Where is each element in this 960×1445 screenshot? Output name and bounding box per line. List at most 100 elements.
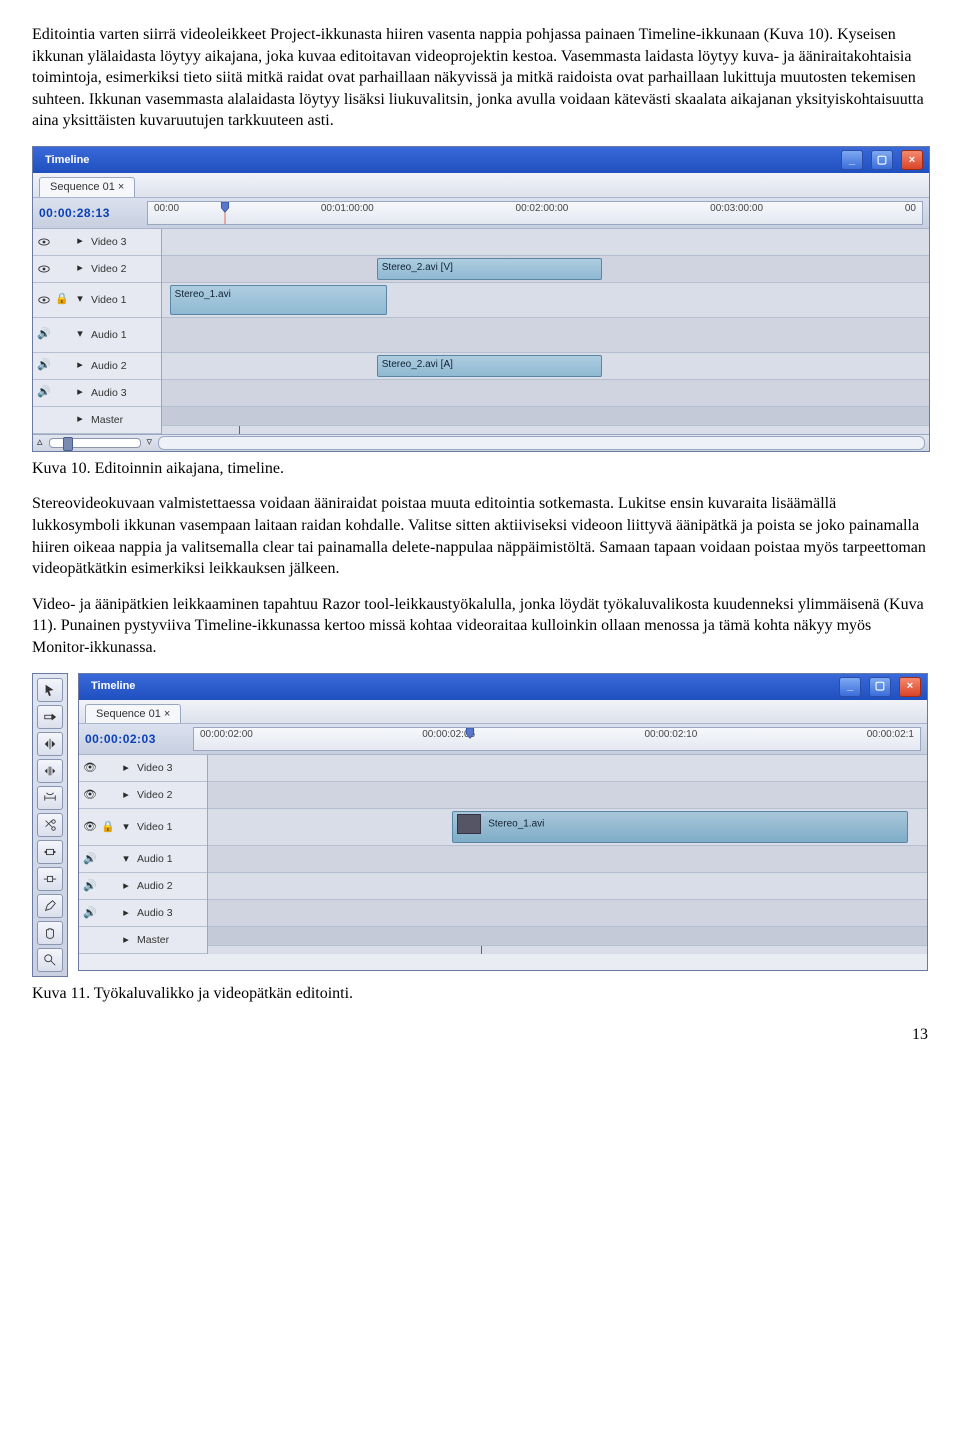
chevron-right-icon[interactable]: ▸ [73, 359, 87, 373]
lock-icon[interactable] [55, 328, 69, 342]
sequence-tab[interactable]: Sequence 01 × [39, 177, 135, 197]
maximize-button[interactable]: ▢ [871, 150, 893, 170]
tool-razor[interactable] [37, 813, 63, 837]
clip-video1[interactable]: Stereo_1.avi [170, 285, 387, 315]
figure11-wrap: Timeline _ ▢ × Sequence 01 × 00:00:02:03… [32, 673, 928, 977]
track-label: Video 1 [137, 820, 203, 834]
eye-icon[interactable] [37, 293, 51, 307]
sequence-tab-label: Sequence 01 [96, 708, 161, 720]
track-row-video3[interactable] [162, 229, 929, 256]
tool-slip[interactable] [37, 840, 63, 864]
track-body[interactable]: Stereo_2.avi [V] Stereo_1.avi Stereo_2.a… [162, 229, 929, 434]
track-head-master[interactable]: ▸ Master [33, 407, 161, 434]
chevron-down-icon[interactable]: ▾ [73, 328, 87, 342]
speaker-icon[interactable]: 🔊 [83, 906, 97, 920]
track-body[interactable]: Stereo_1.avi [208, 755, 927, 954]
track-row-video1[interactable]: Stereo_1.avi [208, 809, 927, 846]
speaker-icon[interactable]: 🔊 [37, 386, 51, 400]
track-head-audio2[interactable]: 🔊 ▸ Audio 2 [33, 353, 161, 380]
track-row-audio3[interactable] [162, 380, 929, 407]
window-titlebar[interactable]: Timeline _ ▢ × [79, 674, 927, 700]
lock-icon[interactable] [55, 262, 69, 276]
track-row-video3[interactable] [208, 755, 927, 782]
tool-rate-stretch[interactable] [37, 786, 63, 810]
chevron-right-icon[interactable]: ▸ [73, 413, 87, 427]
current-timecode[interactable]: 00:00:28:13 [39, 205, 139, 221]
tool-slide[interactable] [37, 867, 63, 891]
track-row-audio2[interactable] [208, 873, 927, 900]
sequence-tab[interactable]: Sequence 01 × [85, 704, 181, 724]
h-scrollbar[interactable] [158, 436, 925, 450]
track-head-audio3[interactable]: 🔊 ▸ Audio 3 [33, 380, 161, 407]
eye-icon[interactable]: 👁 [83, 788, 97, 802]
speaker-icon[interactable]: 🔊 [37, 328, 51, 342]
eye-icon[interactable]: 👁 [83, 820, 97, 834]
tool-zoom[interactable] [37, 948, 63, 972]
current-timecode[interactable]: 00:00:02:03 [85, 731, 185, 747]
minimize-button[interactable]: _ [839, 677, 861, 697]
track-head-master[interactable]: ▸Master [79, 927, 207, 954]
ruler-tick: 00:00 [154, 202, 179, 216]
chevron-right-icon[interactable]: ▸ [73, 262, 87, 276]
tab-close-icon[interactable]: × [161, 708, 170, 720]
chevron-right-icon[interactable]: ▸ [73, 235, 87, 249]
zoom-slider[interactable] [49, 438, 141, 448]
track-head-audio1[interactable]: 🔊▾Audio 1 [79, 846, 207, 873]
ruler-tick: 00:00:02:10 [644, 728, 697, 742]
eye-icon[interactable] [37, 235, 51, 249]
zoom-in-icon[interactable]: ▿ [147, 435, 153, 450]
track-row-audio1[interactable] [208, 846, 927, 873]
track-head-video2[interactable]: 👁▸Video 2 [79, 782, 207, 809]
track-head-video1[interactable]: 🔒 ▾ Video 1 [33, 283, 161, 318]
tab-close-icon[interactable]: × [118, 181, 124, 193]
lock-icon[interactable] [55, 235, 69, 249]
chevron-right-icon[interactable]: ▸ [73, 386, 87, 400]
track-head-video3[interactable]: 👁▸Video 3 [79, 755, 207, 782]
eye-icon[interactable] [37, 262, 51, 276]
time-ruler[interactable]: 00:00 00:01:00:00 00:02:00:00 00:03:00:0… [147, 201, 923, 225]
close-button[interactable]: × [899, 677, 921, 697]
track-head-audio2[interactable]: 🔊▸Audio 2 [79, 873, 207, 900]
track-head-video2[interactable]: ▸ Video 2 [33, 256, 161, 283]
track-label: Master [137, 933, 203, 947]
speaker-icon[interactable]: 🔊 [37, 359, 51, 373]
track-head-video3[interactable]: ▸ Video 3 [33, 229, 161, 256]
tool-pen[interactable] [37, 894, 63, 918]
bottom-scrollbar[interactable]: ▵ ▿ [33, 434, 929, 451]
track-row-video1[interactable]: Stereo_1.avi [162, 283, 929, 318]
clip-audio2[interactable]: Stereo_2.avi [A] [377, 355, 602, 377]
eye-icon[interactable]: 👁 [83, 761, 97, 775]
clip-video1[interactable]: Stereo_1.avi [452, 811, 908, 843]
maximize-button[interactable]: ▢ [869, 677, 891, 697]
track-head-video1[interactable]: 👁🔒▾Video 1 [79, 809, 207, 846]
ruler-tick: 00:02:00:00 [516, 202, 569, 216]
track-row-audio2[interactable]: Stereo_2.avi [A] [162, 353, 929, 380]
speaker-icon[interactable]: 🔊 [83, 879, 97, 893]
speaker-icon[interactable]: 🔊 [83, 852, 97, 866]
track-head-audio3[interactable]: 🔊▸Audio 3 [79, 900, 207, 927]
tool-track-select[interactable] [37, 705, 63, 729]
track-label: Video 3 [137, 761, 203, 775]
time-ruler[interactable]: 00:00:02:00 00:00:02:05 00:00:02:10 00:0… [193, 727, 921, 751]
clip-video2[interactable]: Stereo_2.avi [V] [377, 258, 602, 280]
paragraph-2: Stereovideokuvaan valmistettaessa voidaa… [32, 493, 928, 579]
track-row-video2[interactable] [208, 782, 927, 809]
track-row-audio3[interactable] [208, 900, 927, 927]
track-row-audio1[interactable] [162, 318, 929, 353]
track-head-audio1[interactable]: 🔊 ▾ Audio 1 [33, 318, 161, 353]
track-row-master[interactable] [162, 407, 929, 426]
sequence-tabrow: Sequence 01 × [79, 700, 927, 724]
chevron-down-icon[interactable]: ▾ [73, 293, 87, 307]
lock-icon[interactable]: 🔒 [101, 820, 115, 834]
track-row-master[interactable] [208, 927, 927, 946]
track-row-video2[interactable]: Stereo_2.avi [V] [162, 256, 929, 283]
tool-selection[interactable] [37, 678, 63, 702]
tool-ripple[interactable] [37, 732, 63, 756]
lock-icon[interactable]: 🔒 [55, 293, 69, 307]
close-button[interactable]: × [901, 150, 923, 170]
tool-rolling[interactable] [37, 759, 63, 783]
minimize-button[interactable]: _ [841, 150, 863, 170]
tool-hand[interactable] [37, 921, 63, 945]
window-titlebar[interactable]: Timeline _ ▢ × [33, 147, 929, 173]
zoom-out-icon[interactable]: ▵ [37, 435, 43, 450]
